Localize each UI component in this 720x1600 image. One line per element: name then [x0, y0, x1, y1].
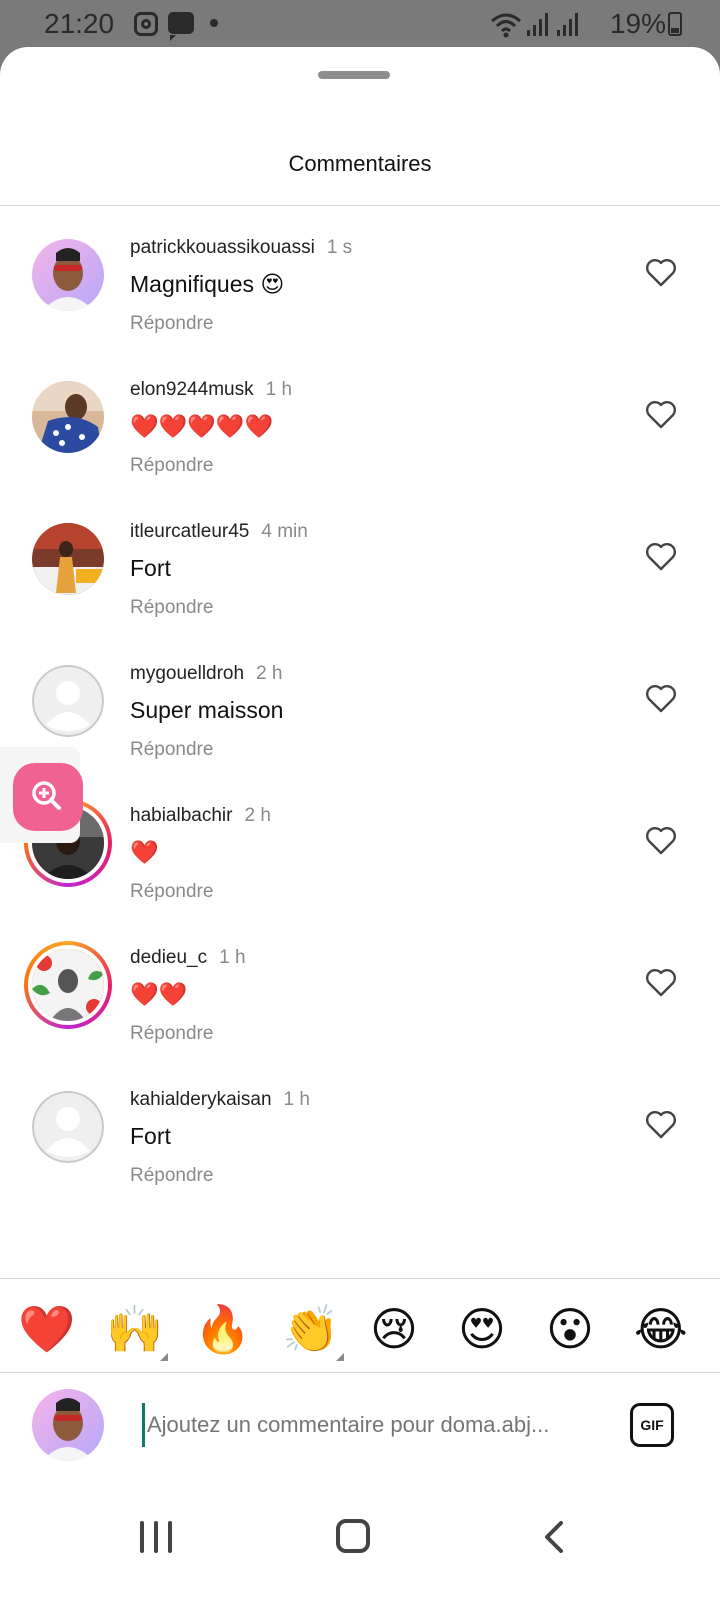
avatar-story-ring[interactable] [24, 941, 112, 1029]
reply-button[interactable]: Répondre [130, 597, 213, 619]
message-icon [168, 12, 194, 41]
skin-tone-indicator [336, 1353, 344, 1361]
comment-time: 2 h [244, 805, 271, 826]
quick-reactions-bar: ❤️ 🙌 🔥 👏 😢 😍 😮 😂 [0, 1279, 720, 1375]
comment-text: ❤️❤️❤️❤️❤️ [130, 413, 274, 439]
comment-username[interactable]: dedieu_c 1 h [130, 947, 246, 969]
status-time: 21:20 [44, 8, 115, 39]
signal-icon [557, 13, 578, 36]
comment-composer: GIF [0, 1373, 720, 1477]
comment-time: 1 h [219, 947, 246, 968]
reply-button[interactable]: Répondre [130, 1023, 213, 1045]
avatar[interactable] [32, 239, 104, 311]
heart-icon[interactable] [644, 681, 678, 715]
skin-tone-indicator [160, 1353, 168, 1361]
battery-icon [668, 12, 682, 36]
wifi-icon [491, 13, 521, 38]
reaction-crying[interactable]: 😢 [370, 1303, 418, 1355]
battery-percent: 19% [609, 8, 666, 39]
comment-item: kahialderykaisan 1 h Fort Répondre [0, 1077, 720, 1219]
drag-handle[interactable] [318, 71, 390, 79]
comment-username[interactable]: patrickkouassikouassi 1 s [130, 237, 352, 259]
comment-input[interactable] [142, 1403, 602, 1447]
instagram-icon [134, 12, 158, 36]
reaction-clap[interactable]: 👏 [282, 1303, 339, 1355]
default-avatar-icon[interactable] [32, 665, 104, 737]
reply-button[interactable]: Répondre [130, 455, 213, 477]
heart-icon[interactable] [644, 255, 678, 289]
comment-text: ❤️ [130, 839, 159, 865]
default-avatar-icon[interactable] [32, 1091, 104, 1163]
comment-item: itleurcatleur45 4 min Fort Répondre [0, 509, 720, 651]
reaction-heart[interactable]: ❤️ [18, 1303, 75, 1355]
comment-item: patrickkouassikouassi 1 s Magnifiques 😍 R… [0, 225, 720, 367]
sheet-title: Commentaires [288, 151, 432, 176]
signal-icon [527, 13, 548, 36]
comment-time: 2 h [256, 663, 283, 684]
home-button[interactable] [336, 1519, 370, 1553]
heart-icon[interactable] [644, 823, 678, 857]
comment-time: 1 h [283, 1089, 310, 1110]
comment-text: ❤️❤️ [130, 981, 188, 1007]
heart-icon[interactable] [644, 1107, 678, 1141]
comment-username[interactable]: itleurcatleur45 4 min [130, 521, 308, 543]
avatar [32, 1389, 104, 1461]
system-nav-bar [0, 1477, 720, 1598]
comment-item: mygouelldroh 2 h Super maisson Répondre [0, 651, 720, 793]
avatar[interactable] [32, 381, 104, 453]
comment-text: Magnifiques 😍 [130, 271, 285, 297]
comment-time: 1 h [265, 379, 293, 400]
status-bar: 21:20 19% [0, 0, 720, 48]
gif-button[interactable]: GIF [630, 1403, 674, 1447]
comment-text: Fort [130, 1123, 171, 1149]
reaction-heart-eyes[interactable]: 😍 [458, 1303, 506, 1355]
comment-text: Fort [130, 555, 171, 581]
heart-icon[interactable] [644, 397, 678, 431]
dot-icon [210, 19, 218, 27]
back-icon[interactable] [542, 1521, 566, 1553]
reaction-fire[interactable]: 🔥 [194, 1303, 251, 1355]
comments-sheet: Commentaires patrickkouassikouassi 1 s Ma… [0, 47, 720, 1600]
comment-username[interactable]: kahialderykaisan 1 h [130, 1089, 310, 1111]
reply-button[interactable]: Répondre [130, 1165, 213, 1187]
zoom-in-icon [32, 781, 61, 810]
reaction-raised-hands[interactable]: 🙌 [106, 1303, 163, 1355]
reaction-laughing[interactable]: 😂 [634, 1303, 688, 1355]
zoom-button[interactable] [13, 763, 83, 831]
reply-button[interactable]: Répondre [130, 313, 213, 335]
reply-button[interactable]: Répondre [130, 881, 213, 903]
comment-username[interactable]: habialbachir 2 h [130, 805, 271, 827]
comment-item: dedieu_c 1 h ❤️❤️ Répondre [0, 935, 720, 1077]
comment-username[interactable]: elon9244musk 1 h [130, 379, 292, 401]
comment-item: habialbachir 2 h ❤️ Répondre [0, 793, 720, 935]
avatar[interactable] [32, 523, 104, 595]
recent-apps-button[interactable] [140, 1521, 174, 1553]
reaction-surprised[interactable]: 😮 [546, 1303, 594, 1355]
comment-time: 1 s [326, 237, 353, 258]
comment-time: 4 min [261, 521, 308, 542]
heart-icon[interactable] [644, 539, 678, 573]
comment-item: elon9244musk 1 h ❤️❤️❤️❤️❤️ Répondre [0, 367, 720, 509]
divider [0, 205, 720, 206]
reply-button[interactable]: Répondre [130, 739, 213, 761]
comment-text: Super maisson [130, 697, 284, 723]
comment-username[interactable]: mygouelldroh 2 h [130, 663, 283, 685]
heart-icon[interactable] [644, 965, 678, 999]
